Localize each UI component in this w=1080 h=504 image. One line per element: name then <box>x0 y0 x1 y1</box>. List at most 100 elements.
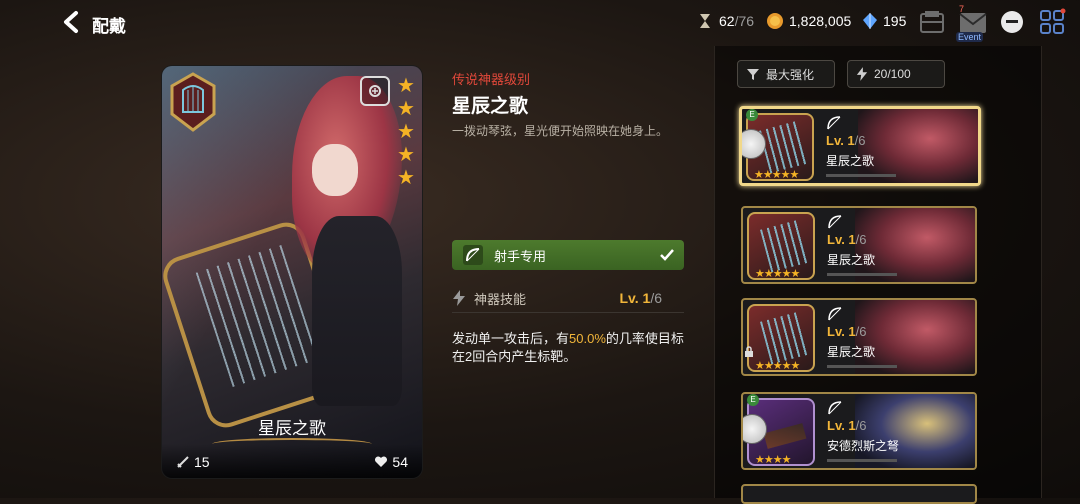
sort-label: 最大强化 <box>766 67 815 82</box>
crystal-amount: 195 <box>883 13 907 29</box>
inventory-icon[interactable] <box>918 8 946 36</box>
crystal-counter[interactable]: 195 <box>862 12 906 30</box>
top-bar: 配戴 62/76 1,828,005 195 7 Event <box>0 0 1080 46</box>
artifact-slot[interactable]: E Lv. 1/6 星辰之歌 ★★★★★ <box>739 106 981 186</box>
slot-level-max: /6 <box>855 324 867 339</box>
heart-icon <box>375 456 388 467</box>
skill-description: 发动单一攻击后，有50.0%的几率使目标在2回合内产生标靶。 <box>452 330 688 366</box>
stamina-counter[interactable]: 62/76 <box>696 12 754 30</box>
bow-icon <box>828 307 842 321</box>
slot-level: Lv. 1/6 <box>827 232 867 247</box>
character-portrait <box>855 208 975 282</box>
equipped-badge: E <box>746 109 758 121</box>
character-face-art <box>312 144 358 196</box>
capacity-value: 20/100 <box>874 67 911 81</box>
stamina-icon <box>700 14 710 28</box>
star-icon: ★ <box>397 167 415 189</box>
slot-level-max: /6 <box>855 418 867 433</box>
event-label[interactable]: Event <box>956 32 984 42</box>
artifact-slot[interactable]: Lv. 1/6 星辰之歌 ★★★★★ <box>741 206 977 284</box>
chat-icon[interactable] <box>998 8 1026 36</box>
slot-level: Lv. 1/6 <box>827 324 867 339</box>
skill-desc-part1: 发动单一攻击后，有 <box>452 331 570 346</box>
sort-button[interactable]: 最大强化 <box>737 60 835 88</box>
slot-level-value: Lv. 1 <box>827 232 856 247</box>
card-ornament <box>212 438 372 450</box>
artifact-grade: 传说神器级别 <box>452 72 531 87</box>
slot-name: 星辰之歌 <box>827 345 876 359</box>
health-value: 54 <box>392 454 408 470</box>
crystal-icon <box>863 13 877 29</box>
skill-desc-highlight: 50.0% <box>569 331 606 346</box>
mail-button[interactable]: 7 Event <box>956 4 990 42</box>
exp-bar <box>827 365 897 368</box>
bow-icon <box>828 401 842 415</box>
lock-icon <box>745 346 753 357</box>
lightning-icon <box>856 67 868 81</box>
slot-name: 安德烈斯之弩 <box>827 439 900 453</box>
check-icon <box>660 249 674 261</box>
skill-level-value: Lv. 1 <box>619 290 651 306</box>
star-rating: ★ ★ ★ ★ ★ <box>396 76 416 191</box>
artifact-card: ★ ★ ★ ★ ★ 星辰之歌 15 54 <box>162 66 422 478</box>
skill-level-max: /6 <box>650 290 662 306</box>
health-stat: 54 <box>374 454 408 470</box>
magnify-plus-icon <box>369 85 381 97</box>
artifact-name: 星辰之歌 <box>452 96 529 117</box>
artifact-slot[interactable]: E Lv. 1/6 安德烈斯之弩 ★★★★ <box>741 392 977 470</box>
filter-icon <box>747 69 759 80</box>
slot-level: Lv. 1/6 <box>826 133 866 148</box>
zoom-button[interactable] <box>360 76 390 106</box>
mail-icon <box>959 13 987 33</box>
bow-icon <box>463 245 483 265</box>
bow-icon <box>827 116 841 130</box>
attack-value: 15 <box>194 454 210 470</box>
capacity-indicator: 20/100 <box>847 60 945 88</box>
gold-counter[interactable]: 1,828,005 <box>766 12 851 30</box>
stamina-current: 62 <box>719 13 735 29</box>
card-name: 星辰之歌 <box>258 419 326 438</box>
slot-stars: ★★★★ <box>755 454 791 466</box>
equipped-badge: E <box>747 394 759 406</box>
slot-stars: ★★★★★ <box>755 268 800 280</box>
slot-name: 星辰之歌 <box>826 154 875 168</box>
lyre-emblem-icon <box>170 72 216 132</box>
slot-level-value: Lv. 1 <box>827 324 856 339</box>
slot-stars: ★★★★★ <box>754 169 799 181</box>
skill-header: 神器技能 Lv. 1/6 <box>452 284 684 313</box>
attack-stat: 15 <box>176 454 210 470</box>
exp-bar <box>826 174 896 177</box>
bow-icon <box>828 215 842 229</box>
menu-grid-icon[interactable] <box>1038 8 1066 36</box>
character-dress-art <box>312 216 402 406</box>
character-portrait <box>855 394 975 468</box>
slot-level-max: /6 <box>855 232 867 247</box>
slot-name: 星辰之歌 <box>827 253 876 267</box>
sword-icon <box>177 456 189 468</box>
exp-bar <box>827 273 897 276</box>
artifact-description: 一拨动琴弦，星光便开始照映在她身上。 <box>452 124 669 138</box>
skill-label: 神器技能 <box>474 291 527 307</box>
skill-level: Lv. 1/6 <box>619 290 662 306</box>
artifact-list-panel: 最大强化 20/100 E Lv. 1/6 星辰之歌 ★★★★★ Lv. 1/6… <box>714 46 1042 504</box>
star-icon: ★ <box>397 121 415 143</box>
role-label: 射手专用 <box>494 248 547 264</box>
character-portrait <box>858 109 978 183</box>
lightning-icon <box>453 290 465 306</box>
slot-level: Lv. 1/6 <box>827 418 867 433</box>
star-icon: ★ <box>397 144 415 166</box>
character-portrait <box>855 300 975 374</box>
exp-bar <box>827 459 897 462</box>
slot-stars: ★★★★★ <box>755 360 800 372</box>
slot-level-max: /6 <box>854 133 866 148</box>
artifact-slot[interactable]: Lv. 1/6 星辰之歌 ★★★★★ <box>741 298 977 376</box>
star-icon: ★ <box>397 75 415 97</box>
slot-level-value: Lv. 1 <box>826 133 855 148</box>
artifact-slot[interactable] <box>741 484 977 504</box>
role-restriction-bar: 射手专用 <box>452 240 684 270</box>
chevron-left-icon[interactable] <box>60 10 84 34</box>
mail-badge: 7 <box>959 4 965 14</box>
page-title: 配戴 <box>92 17 126 36</box>
star-icon: ★ <box>397 98 415 120</box>
slot-level-value: Lv. 1 <box>827 418 856 433</box>
